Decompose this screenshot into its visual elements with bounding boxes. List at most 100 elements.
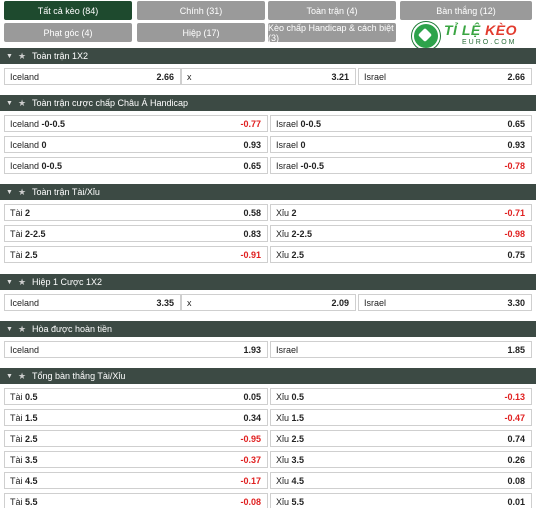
section-header[interactable]: ▼ ★ Toàn trận Tài/Xỉu: [0, 184, 536, 200]
handicap-line: 2-2.5: [291, 228, 313, 239]
handicap-line: 3.5: [25, 454, 38, 465]
favorite-star-icon[interactable]: ★: [18, 371, 26, 382]
odds-cell[interactable]: Iceland 1.93: [4, 341, 268, 358]
odds-cell[interactable]: x 3.21: [181, 68, 356, 85]
odds-value: 2.66: [156, 71, 174, 82]
odds-cell[interactable]: Xỉu 2.5 0.74: [270, 430, 532, 447]
handicap-line: 0: [41, 139, 47, 150]
odds-value: 2.66: [507, 71, 525, 82]
handicap-line: 2: [25, 207, 31, 218]
odds-value: -0.77: [240, 118, 261, 129]
odds-value: 1.93: [243, 344, 261, 355]
collapse-chevron-icon[interactable]: ▼: [6, 53, 13, 60]
selection-name: Tài: [10, 475, 23, 486]
odds-cell[interactable]: Iceland 2.66: [4, 68, 181, 85]
odds-value: 0.74: [507, 433, 525, 444]
odds-cell[interactable]: Tài 2-2.5 0.83: [4, 225, 268, 242]
collapse-chevron-icon[interactable]: ▼: [6, 189, 13, 196]
odds-cell[interactable]: Tài 3.5 -0.37: [4, 451, 268, 468]
odds-cell[interactable]: Xỉu 3.5 0.26: [270, 451, 532, 468]
favorite-star-icon[interactable]: ★: [18, 98, 26, 109]
section-header[interactable]: ▼ ★ Toàn trận 1X2: [0, 48, 536, 64]
collapse-chevron-icon[interactable]: ▼: [6, 279, 13, 286]
section-header[interactable]: ▼ ★ Hiệp 1 Cược 1X2: [0, 274, 536, 290]
odds-cell[interactable]: Israel 0 0.93: [270, 136, 532, 153]
odds-cell[interactable]: Iceland 0 0.93: [4, 136, 268, 153]
site-logo[interactable]: TỈ LỆ KÈO EURO.COM: [404, 20, 526, 50]
odds-cell[interactable]: Israel 3.30: [358, 294, 532, 311]
section-header[interactable]: ▼ ★ Toàn trận cược chấp Châu Á Handicap: [0, 95, 536, 111]
handicap-line: 3.5: [291, 454, 305, 465]
odds-value: 0.01: [507, 496, 525, 507]
handicap-line: 2.5: [291, 249, 305, 260]
tab-goals[interactable]: Bàn thắng (12): [400, 1, 532, 20]
selection-label: Xỉu 0.5: [276, 392, 504, 402]
tab-all-odds[interactable]: Tất cả kèo (84): [4, 1, 132, 20]
section-header[interactable]: ▼ ★ Tổng bàn thắng Tài/Xỉu: [0, 368, 536, 384]
collapse-chevron-icon[interactable]: ▼: [6, 373, 13, 380]
selection-label: Iceland: [10, 298, 156, 308]
odds-cell[interactable]: Israel 1.85: [270, 341, 532, 358]
selection-label: Xỉu 2-2.5: [276, 229, 504, 239]
odds-cell[interactable]: Xỉu 0.5 -0.13: [270, 388, 532, 405]
collapse-chevron-icon[interactable]: ▼: [6, 100, 13, 107]
tab-corners[interactable]: Phạt góc (4): [4, 23, 132, 42]
odds-cell[interactable]: Israel 2.66: [358, 68, 532, 85]
odds-cell[interactable]: Iceland 3.35: [4, 294, 181, 311]
odds-cell[interactable]: Tài 0.5 0.05: [4, 388, 268, 405]
odds-cell[interactable]: Tài 2.5 -0.95: [4, 430, 268, 447]
odds-row: Tài 4.5 -0.17 Xỉu 4.5 0.08: [0, 472, 536, 489]
selection-name: Israel: [276, 344, 299, 355]
selection-label: Israel -0-0.5: [276, 161, 504, 171]
favorite-star-icon[interactable]: ★: [18, 187, 26, 198]
odds-cell[interactable]: Xỉu 2.5 0.75: [270, 246, 532, 263]
selection-name: x: [187, 71, 192, 82]
odds-cell[interactable]: Tài 1.5 0.34: [4, 409, 268, 426]
odds-cell[interactable]: Tài 5.5 -0.08: [4, 493, 268, 508]
logo-text-part2: KÈO: [485, 22, 517, 38]
favorite-star-icon[interactable]: ★: [18, 324, 26, 335]
odds-cell[interactable]: Tài 2 0.58: [4, 204, 268, 221]
tab-handicap-margin[interactable]: Kèo chấp Handicap & cách biệt (3): [268, 23, 396, 43]
selection-name: Tài: [10, 249, 23, 260]
selection-label: Tài 2.5: [10, 250, 240, 260]
odds-cell[interactable]: Xỉu 4.5 0.08: [270, 472, 532, 489]
odds-cell[interactable]: Xỉu 2-2.5 -0.98: [270, 225, 532, 242]
odds-cell[interactable]: x 2.09: [181, 294, 356, 311]
favorite-star-icon[interactable]: ★: [18, 277, 26, 288]
odds-cell[interactable]: Israel -0-0.5 -0.78: [270, 157, 532, 174]
favorite-star-icon[interactable]: ★: [18, 51, 26, 62]
odds-cell[interactable]: Xỉu 1.5 -0.47: [270, 409, 532, 426]
odds-cell[interactable]: Xỉu 2 -0.71: [270, 204, 532, 221]
odds-cell[interactable]: Iceland -0-0.5 -0.77: [4, 115, 268, 132]
selection-name: Xỉu: [276, 496, 290, 507]
odds-row: Tài 5.5 -0.08 Xỉu 5.5 0.01: [0, 493, 536, 508]
odds-cell[interactable]: Iceland 0-0.5 0.65: [4, 157, 268, 174]
selection-label: Tài 1.5: [10, 413, 243, 423]
selection-label: Xỉu 2.5: [276, 250, 507, 260]
odds-cell[interactable]: Tài 2.5 -0.91: [4, 246, 268, 263]
odds-row: Tài 2.5 -0.95 Xỉu 2.5 0.74: [0, 430, 536, 447]
odds-value: -0.37: [240, 454, 261, 465]
tab-main[interactable]: Chính (31): [137, 1, 265, 20]
odds-cell[interactable]: Tài 4.5 -0.17: [4, 472, 268, 489]
handicap-line: 1.5: [291, 412, 305, 423]
odds-value: -0.13: [504, 391, 525, 402]
handicap-line: 2.5: [25, 249, 38, 260]
odds-value: -0.95: [240, 433, 261, 444]
handicap-line: -0-0.5: [41, 118, 66, 129]
selection-label: Israel 0: [276, 140, 507, 150]
selection-label: Israel: [276, 345, 507, 355]
odds-cell[interactable]: Xỉu 5.5 0.01: [270, 493, 532, 508]
tab-full-match[interactable]: Toàn trận (4): [268, 1, 396, 20]
selection-label: Tài 2-2.5: [10, 229, 243, 239]
section-header[interactable]: ▼ ★ Hòa được hoàn tiền: [0, 321, 536, 337]
selection-label: x: [187, 298, 331, 308]
selection-label: Xỉu 2.5: [276, 434, 507, 444]
tab-half[interactable]: Hiệp (17): [137, 23, 265, 42]
odds-value: 0.83: [243, 228, 261, 239]
collapse-chevron-icon[interactable]: ▼: [6, 326, 13, 333]
selection-name: Iceland: [10, 71, 40, 82]
odds-cell[interactable]: Israel 0-0.5 0.65: [270, 115, 532, 132]
selection-label: Tài 3.5: [10, 455, 240, 465]
